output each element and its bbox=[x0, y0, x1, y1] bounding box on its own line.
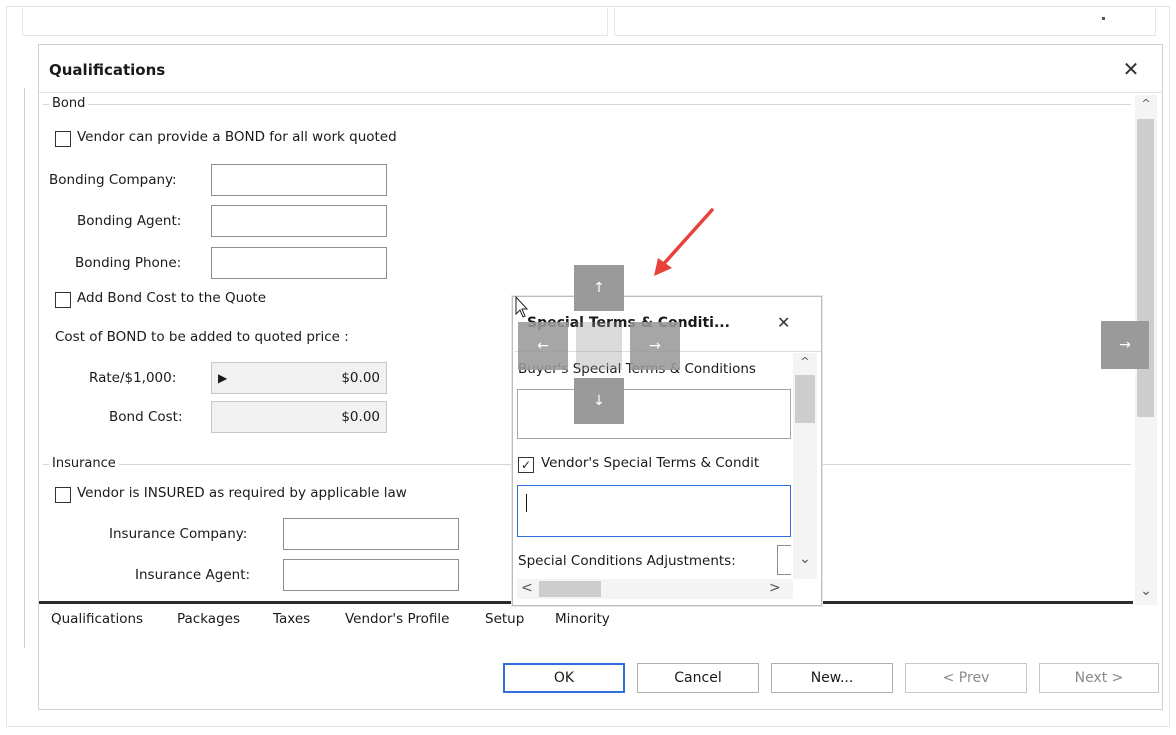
tab-taxes[interactable]: Taxes bbox=[273, 611, 310, 627]
provide-bond-label: Vendor can provide a BOND for all work q… bbox=[77, 129, 397, 145]
dock-center-icon[interactable] bbox=[576, 322, 622, 370]
top-panel-right bbox=[614, 8, 1156, 36]
bond-group-border bbox=[43, 104, 1131, 105]
row-pointer-icon: ▶ bbox=[218, 371, 228, 385]
ok-button[interactable]: OK bbox=[503, 663, 625, 693]
next-button[interactable]: Next > bbox=[1039, 663, 1159, 693]
vendor-terms-checkbox[interactable]: ✓ bbox=[518, 457, 534, 473]
scroll-down-icon[interactable]: ⌄ bbox=[1137, 583, 1155, 599]
insurance-group-title: Insurance bbox=[49, 456, 119, 471]
dialog-header: Qualifications ✕ bbox=[39, 45, 1162, 93]
bond-cost-value: $0.00 bbox=[341, 409, 380, 425]
vendor-terms-label: Vendor's Special Terms & Condit bbox=[541, 455, 760, 471]
cancel-button[interactable]: Cancel bbox=[637, 663, 759, 693]
bond-cost-heading: Cost of BOND to be added to quoted price… bbox=[55, 329, 349, 345]
rate-label: Rate/$1,000: bbox=[89, 370, 177, 386]
dock-center-right-icon[interactable]: → bbox=[630, 322, 680, 370]
dock-down-icon[interactable]: ↓ bbox=[574, 378, 624, 424]
panel-scroll-up-icon[interactable]: ^ bbox=[797, 355, 813, 368]
prev-button[interactable]: < Prev bbox=[905, 663, 1027, 693]
mouse-pointer-icon bbox=[515, 296, 529, 318]
tab-vendors-profile[interactable]: Vendor's Profile bbox=[345, 611, 449, 627]
insurance-company-input[interactable] bbox=[283, 518, 459, 550]
bonding-agent-label: Bonding Agent: bbox=[77, 213, 182, 229]
adjustments-label: Special Conditions Adjustments: bbox=[518, 553, 736, 569]
add-bond-cost-checkbox[interactable] bbox=[55, 292, 71, 308]
tab-packages[interactable]: Packages bbox=[177, 611, 240, 627]
dock-up-icon[interactable]: ↑ bbox=[574, 265, 624, 311]
checkmark-icon: ✓ bbox=[520, 458, 532, 472]
bond-cost-label: Bond Cost: bbox=[109, 409, 183, 425]
adjustments-input[interactable] bbox=[777, 545, 791, 575]
bond-group-title: Bond bbox=[49, 96, 89, 111]
bonding-company-label: Bonding Company: bbox=[49, 172, 177, 188]
annotation-arrow-icon bbox=[654, 208, 714, 276]
insurance-company-label: Insurance Company: bbox=[109, 526, 248, 542]
bonding-company-input[interactable] bbox=[211, 164, 387, 196]
panel-horizontal-thumb[interactable] bbox=[539, 581, 601, 597]
insured-label: Vendor is INSURED as required by applica… bbox=[77, 485, 407, 501]
bonding-agent-input[interactable] bbox=[211, 205, 387, 237]
rate-value: $0.00 bbox=[341, 370, 380, 386]
bonding-phone-label: Bonding Phone: bbox=[75, 255, 182, 271]
new-button[interactable]: New... bbox=[771, 663, 893, 693]
tab-setup[interactable]: Setup bbox=[485, 611, 524, 627]
tab-strip: Qualifications Packages Taxes Vendor's P… bbox=[39, 611, 1139, 635]
top-marker bbox=[1102, 17, 1105, 20]
bonding-phone-input[interactable] bbox=[211, 247, 387, 279]
text-caret bbox=[526, 494, 527, 512]
buyer-terms-textarea[interactable] bbox=[517, 389, 791, 439]
close-icon[interactable]: ✕ bbox=[1117, 55, 1145, 83]
insurance-agent-input[interactable] bbox=[283, 559, 459, 591]
tab-qualifications[interactable]: Qualifications bbox=[51, 611, 143, 627]
bond-cost-field[interactable]: $0.00 bbox=[211, 401, 387, 433]
rate-field[interactable]: ▶ $0.00 bbox=[211, 362, 387, 394]
dock-left-icon[interactable]: ← bbox=[518, 322, 568, 370]
top-panel-left bbox=[22, 8, 608, 36]
dock-right-icon[interactable]: → bbox=[1101, 321, 1149, 369]
insured-checkbox[interactable] bbox=[55, 487, 71, 503]
vendor-terms-textarea[interactable] bbox=[517, 485, 791, 537]
panel-scroll-right-icon[interactable]: > bbox=[769, 580, 781, 596]
scroll-up-icon[interactable]: ^ bbox=[1137, 97, 1155, 110]
tab-minority[interactable]: Minority bbox=[555, 611, 610, 627]
left-edge bbox=[24, 88, 27, 648]
panel-scroll-down-icon[interactable]: ⌄ bbox=[797, 551, 813, 567]
provide-bond-checkbox[interactable] bbox=[55, 131, 71, 147]
add-bond-cost-label: Add Bond Cost to the Quote bbox=[77, 290, 266, 306]
dialog-title: Qualifications bbox=[49, 61, 166, 79]
panel-close-icon[interactable]: ✕ bbox=[777, 313, 790, 332]
panel-scroll-left-icon[interactable]: < bbox=[521, 580, 533, 596]
vertical-scroll-thumb[interactable] bbox=[1137, 119, 1154, 417]
insurance-agent-label: Insurance Agent: bbox=[135, 567, 251, 583]
panel-vertical-thumb[interactable] bbox=[795, 375, 815, 423]
